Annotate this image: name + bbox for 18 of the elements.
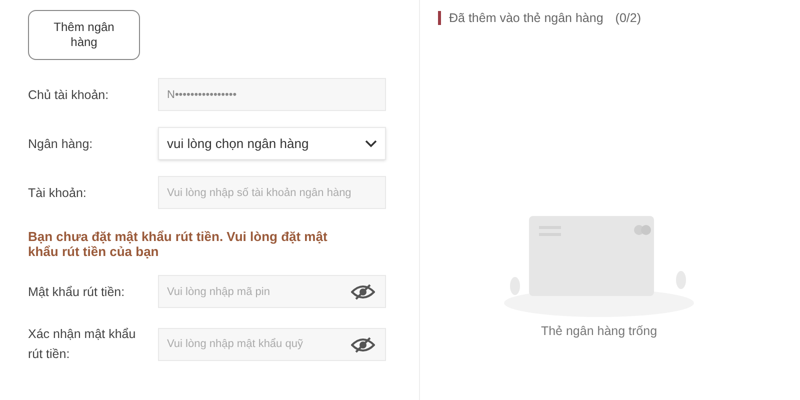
card-count: (0/2) — [615, 10, 641, 27]
field-label: Mật khẩu rút tiền: — [28, 284, 126, 300]
bank-select[interactable]: vui lòng chọn ngân hàng — [158, 127, 386, 160]
chevron-down-icon — [365, 140, 377, 148]
password-field[interactable]: Vui lòng nhập mã pin — [158, 275, 386, 308]
password-field[interactable]: Vui lòng nhập mật khẩu quỹ — [158, 328, 386, 360]
field-label: Xác nhận mật khẩu rút tiền: — [28, 326, 137, 363]
field-label: Ngân hàng: — [28, 136, 94, 153]
field-label: Chủ tài khoản: — [28, 86, 110, 104]
title-accent-bar — [438, 11, 441, 26]
add-bank-button[interactable]: Thêm ngân hàng — [28, 10, 140, 60]
field-label: Tài khoản: — [28, 184, 88, 202]
eye-off-icon[interactable] — [351, 284, 375, 300]
input-field[interactable]: Vui lòng nhập số tài khoản ngân hàng — [158, 176, 386, 209]
panel-title: Đã thêm vào thẻ ngân hàng — [449, 10, 604, 27]
eye-off-icon[interactable] — [351, 336, 375, 352]
empty-state-text: Thẻ ngân hàng trống — [540, 322, 658, 340]
warning-text: Bạn chưa đặt mật khẩu rút tiền. Vui lòng đặt mật khẩu rút tiền của bạn — [28, 229, 328, 259]
